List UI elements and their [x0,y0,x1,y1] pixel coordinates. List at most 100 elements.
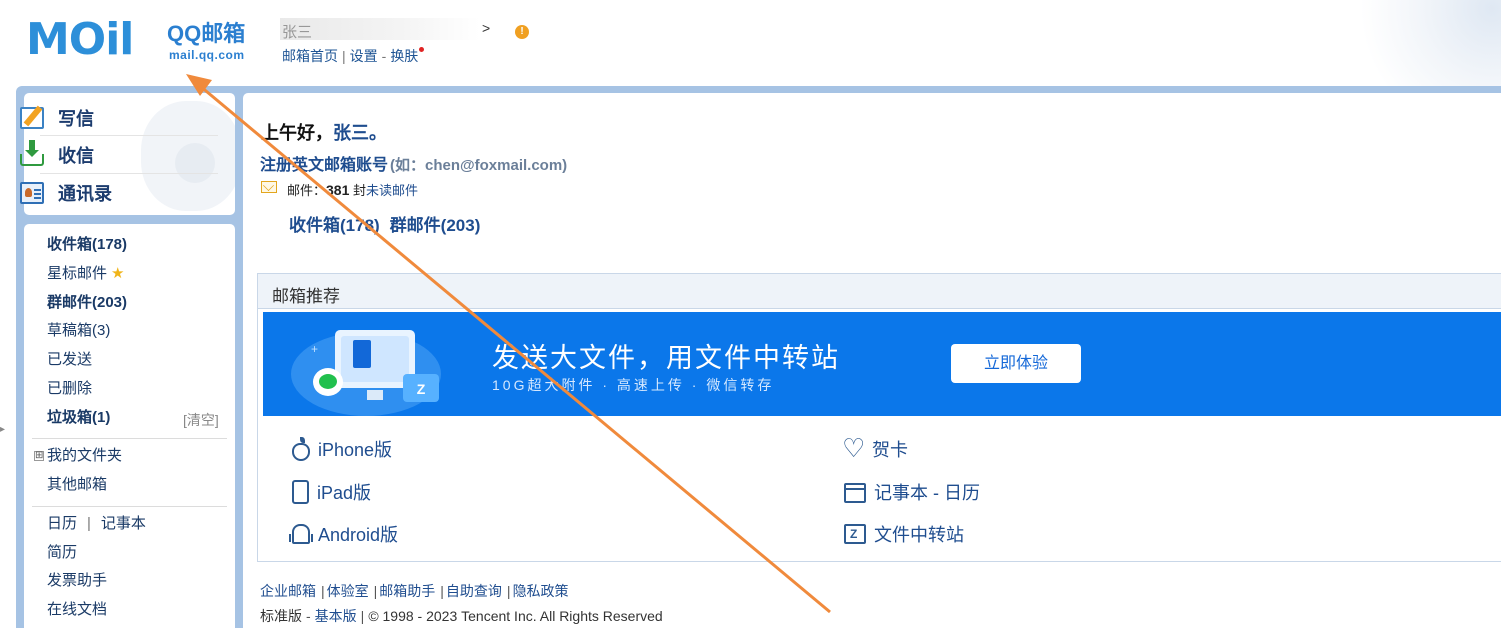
sidebar-item-sent[interactable]: 已发送 [47,351,92,369]
calendar-notes-separator: | [87,515,91,532]
standard-version-label: 标准版 [260,608,302,624]
footer-separator: | [373,583,378,599]
file-transfer-link[interactable]: 文件中转站 [844,521,964,547]
greeting-card-link[interactable]: 贺卡 [842,433,908,464]
nav-separator: - [381,48,387,64]
recommend-title: 邮箱推荐 [272,287,340,306]
footer-link-enterprise[interactable]: 企业邮箱 [260,583,316,599]
sidebar-item-online-docs[interactable]: 在线文档 [47,601,107,619]
address-book-icon [20,182,44,204]
sidebar-item-calendar[interactable]: 日历 [47,515,77,532]
sidebar-item-spam[interactable]: 垃圾箱(1) [47,409,110,427]
recommend-box: 邮箱推荐 Z + 发送大文件，用文件中转站 10G超大附件 · 高速上传 · 微… [257,273,1501,562]
address-book-button[interactable]: 通讯录 [20,179,112,207]
nav-separator: | [342,48,346,64]
heart-icon [842,433,865,464]
unread-summary: 邮件：381 封未读邮件 [287,180,418,199]
quick-folder-links: 收件箱(178) 群邮件(203) [289,211,490,236]
sidebar-item-other-mailboxes[interactable]: 其他邮箱 [47,476,107,494]
action-divider [40,173,218,174]
receive-mail-button[interactable]: 收信 [20,140,94,169]
footer-separator: | [321,583,325,599]
footer-separator: | [440,583,444,599]
group-mail-link[interactable]: 群邮件(203) [390,216,481,235]
greeting-name: 张三。 [333,123,387,143]
notes-calendar-link[interactable]: 记事本 - 日历 [844,479,980,505]
file-transfer-banner[interactable]: Z + 发送大文件，用文件中转站 10G超大附件 · 高速上传 · 微信转存 立… [263,312,1501,416]
mailbox-home-link[interactable]: 邮箱首页 [282,48,338,64]
top-nav: 邮箱首页 | 设置 - 换肤 [282,46,425,66]
receive-label: 收信 [58,146,94,166]
unread-prefix: 邮件： [287,183,327,198]
footer-link-privacy[interactable]: 隐私政策 [513,583,569,599]
sidebar-calendar-notes: 日历 | 记事本 [47,515,146,533]
compose-icon [20,107,44,129]
android-app-link[interactable]: Android版 [289,521,398,547]
recommend-title-bar: 邮箱推荐 [258,274,1501,309]
ipad-app-link[interactable]: iPad版 [292,479,371,505]
star-icon: ★ [111,265,125,282]
envelope-icon [261,181,277,193]
monitor-screen [341,336,409,382]
footer-link-lab[interactable]: 体验室 [327,583,369,599]
action-divider [40,135,218,136]
collapse-left-icon[interactable]: ▸ [0,424,5,435]
settings-link[interactable]: 设置 [350,48,378,64]
monitor-stand [367,390,383,400]
greeting: 上午好，张三。 [261,119,387,145]
user-name-blurred[interactable]: 张三 [280,18,480,41]
iphone-app-link[interactable]: iPhone版 [292,436,392,462]
version-separator: - [306,608,311,624]
inbox-link[interactable]: 收件箱(178) [289,216,380,235]
file-transfer-icon [844,524,866,544]
compose-button[interactable]: 写信 [20,104,94,132]
plus-icon: + [311,342,319,356]
logo-domain: mail.qq.com [169,48,245,62]
footer-links: 企业邮箱 | 体验室 | 邮箱助手 | 自助查询 | 隐私政策 [260,581,569,601]
footer-link-self-service[interactable]: 自助查询 [446,583,502,599]
copyright-separator: | [360,608,365,624]
copyright-text: © 1998 - 2023 Tencent Inc. All Rights Re… [368,608,663,624]
sidebar-item-my-folders[interactable]: 我的文件夹 [47,447,122,465]
footer-copyright: 标准版 - 基本版 | © 1998 - 2023 Tencent Inc. All R… [260,606,663,626]
ipad-label: iPad版 [317,483,372,503]
file-transfer-label: 文件中转站 [874,525,964,545]
folder-divider [32,438,227,439]
ipad-icon [292,480,309,504]
user-menu-chevron-icon[interactable]: > [482,20,490,36]
sidebar-item-group-mail[interactable]: 群邮件(203) [47,294,127,312]
header: MOil QQ邮箱 mail.qq.com 张三 > ! 邮箱首页 | 设置 - 换肤 [0,0,1501,86]
qq-mail-logo[interactable]: MOil QQ邮箱 mail.qq.com [26,16,261,66]
folder-icon: Z [403,374,439,402]
sidebar-item-invoice-helper[interactable]: 发票助手 [47,572,107,590]
warning-icon[interactable]: ! [515,25,529,39]
folder-divider [32,506,227,507]
sidebar-item-inbox[interactable]: 收件箱(178) [47,236,127,254]
footer-separator: | [506,583,511,599]
register-link[interactable]: 注册英文邮箱账号 [260,157,388,174]
android-icon [289,524,310,544]
unread-mail-link[interactable]: 未读邮件 [366,183,418,198]
logo-word: MOil [26,14,134,65]
expand-folders-icon[interactable]: ⊞ [34,451,44,461]
sidebar-item-drafts[interactable]: 草稿箱(3) [47,322,110,340]
greeting-prefix: 上午好， [261,123,333,143]
wechat-icon [313,368,343,396]
unread-unit: 封 [353,183,367,198]
change-skin-link[interactable]: 换肤 [390,48,418,64]
basic-version-link[interactable]: 基本版 [315,608,357,624]
sidebar-item-deleted[interactable]: 已删除 [47,380,92,398]
iphone-label: iPhone版 [318,440,393,460]
sidebar-item-resume[interactable]: 简历 [47,544,77,562]
sidebar-item-notes[interactable]: 记事本 [101,515,146,532]
notes-calendar-label: 记事本 - 日历 [874,483,980,503]
starred-label: 星标邮件 [47,265,108,282]
clear-spam-button[interactable]: [清空] [183,410,219,430]
calendar-icon [844,483,866,503]
register-english-account: 注册英文邮箱账号 (如：chen@foxmail.com) [260,151,567,175]
try-now-button[interactable]: 立即体验 [951,344,1081,383]
footer-link-assistant[interactable]: 邮箱助手 [379,583,435,599]
compose-label: 写信 [58,109,94,129]
address-book-label: 通讯录 [58,184,112,204]
sidebar-item-starred[interactable]: 星标邮件 ★ [47,265,124,283]
